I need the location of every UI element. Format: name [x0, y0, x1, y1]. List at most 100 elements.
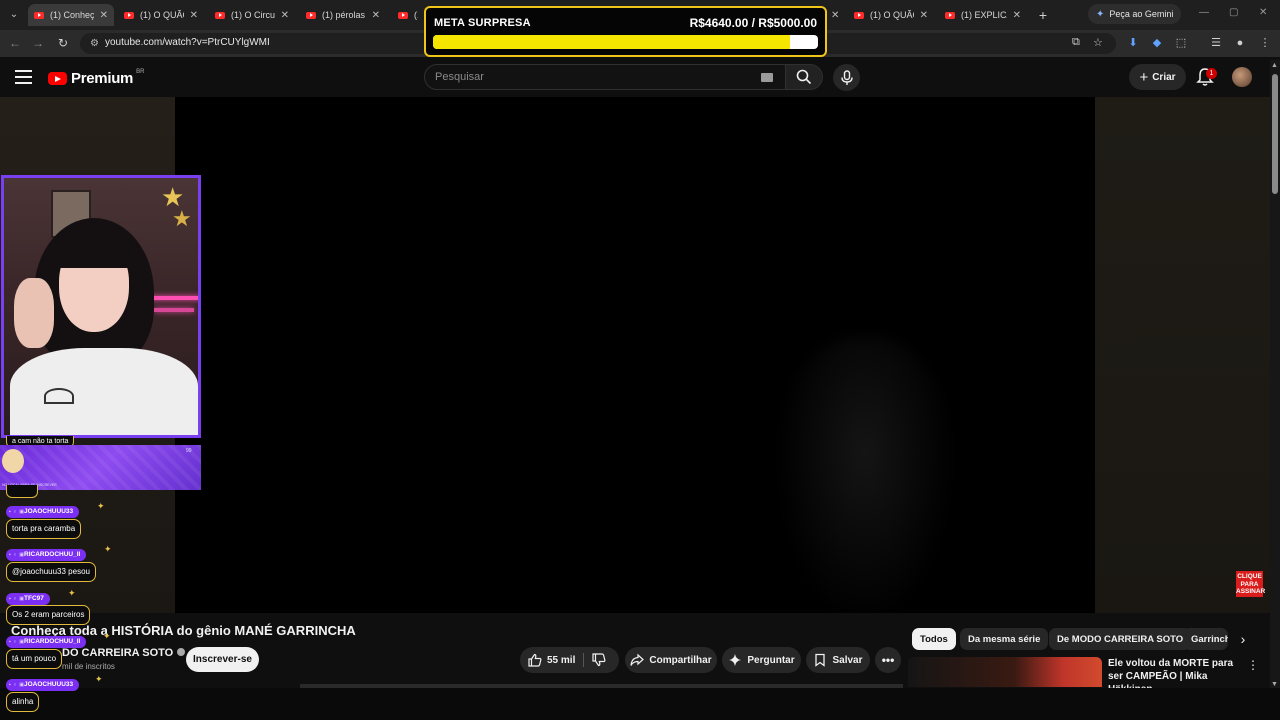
- scroll-up-icon[interactable]: ▲: [1271, 62, 1278, 69]
- search-button[interactable]: [786, 64, 823, 90]
- thumbs-down-icon[interactable]: [592, 653, 606, 667]
- like-dislike-group: 55 mil: [520, 647, 619, 673]
- account-avatar[interactable]: [1232, 67, 1252, 87]
- more-actions-button[interactable]: •••: [875, 647, 901, 673]
- subscriber-banner: NO LOCAL PARA SE INSCREVER 99: [0, 445, 201, 490]
- minimize-icon[interactable]: —: [1199, 7, 1209, 18]
- browser-tab-4[interactable]: (1) pérolas ✕: [300, 4, 386, 26]
- voice-search-button[interactable]: [833, 64, 860, 91]
- tab-search-chevron-icon[interactable]: ⌄: [4, 5, 24, 25]
- notifications-badge: 1: [1206, 68, 1217, 79]
- save-button[interactable]: Salvar: [806, 647, 870, 673]
- chat-message: @joaochuuu33 pesou: [6, 562, 96, 582]
- browser-tab-2[interactable]: (1) O QUÃO ✕: [118, 4, 204, 26]
- share-arrow-icon: [630, 653, 645, 666]
- thumbs-up-icon: [528, 653, 542, 667]
- ambient-right: [1095, 97, 1270, 613]
- new-tab-plus-icon[interactable]: +: [1034, 6, 1052, 24]
- chevron-right-icon[interactable]: ›: [1236, 631, 1250, 647]
- chrome-menu-icon[interactable]: ⋮: [1257, 35, 1273, 51]
- close-icon[interactable]: ✕: [831, 10, 839, 21]
- chat-username: RICARDOCHUU_II: [6, 549, 87, 561]
- site-info-icon[interactable]: ⚙: [87, 36, 102, 51]
- youtube-favicon-icon: [854, 11, 864, 19]
- goal-overlay: META SURPRESA R$4640.00 / R$5000.00: [424, 6, 827, 57]
- keyboard-icon[interactable]: [761, 73, 773, 82]
- country-code: BR: [136, 68, 145, 75]
- chat-message: alinha: [6, 692, 40, 712]
- youtube-favicon-icon: [34, 11, 44, 19]
- close-icon[interactable]: ✕: [281, 10, 289, 21]
- extension-drop-icon[interactable]: ◆: [1149, 35, 1165, 51]
- chip-todos[interactable]: Todos: [912, 628, 956, 650]
- youtube-play-logo-icon: [48, 72, 67, 85]
- close-icon[interactable]: ✕: [920, 10, 928, 21]
- browser-tab-3[interactable]: (1) O Circuito ✕: [209, 4, 295, 26]
- forward-arrow-icon[interactable]: →: [29, 34, 47, 52]
- youtube-favicon-icon: [124, 11, 134, 19]
- youtube-favicon-icon: [398, 11, 408, 19]
- browser-tab-6[interactable]: (1) O QUÃO ✕: [848, 4, 934, 26]
- ask-button[interactable]: Perguntar: [722, 647, 801, 673]
- reload-icon[interactable]: ↻: [54, 34, 72, 52]
- recommendation-thumbnail[interactable]: [908, 657, 1102, 687]
- sparkle-icon: ✦: [95, 674, 103, 684]
- extensions-puzzle-icon[interactable]: ⬚: [1173, 35, 1189, 51]
- reading-list-icon[interactable]: ☰: [1208, 35, 1224, 51]
- chip-same-series[interactable]: Da mesma série: [960, 628, 1049, 650]
- browser-tab-5[interactable]: (1): [392, 4, 424, 26]
- chat-message: torta pra caramba: [6, 519, 82, 539]
- chat-username: JOAOCHUUU33: [6, 679, 80, 691]
- close-icon[interactable]: ✕: [100, 10, 108, 21]
- menu-hamburger-icon[interactable]: [15, 70, 32, 84]
- sparkle-icon: ✦: [103, 631, 111, 641]
- share-button[interactable]: Compartilhar: [625, 647, 717, 673]
- cast-icon[interactable]: ⧉: [1072, 36, 1080, 49]
- gemini-button[interactable]: ✦ Peça ao Gemini: [1088, 4, 1182, 24]
- more-vertical-icon[interactable]: ⋮: [1247, 658, 1259, 672]
- subscriber-count: mil de inscritos: [62, 662, 115, 671]
- search-input[interactable]: Pesquisar: [424, 64, 786, 90]
- save-label: Salvar: [832, 654, 863, 666]
- like-count: 55 mil: [547, 654, 576, 666]
- subscribe-button[interactable]: Inscrever-se: [186, 647, 259, 672]
- tab-label: (1): [414, 10, 418, 20]
- banner-mascot: [2, 449, 24, 473]
- channel-name[interactable]: DO CARREIRA SOTO: [62, 647, 186, 659]
- bookmark-star-icon[interactable]: ☆: [1093, 36, 1103, 49]
- maximize-icon[interactable]: ▢: [1229, 7, 1238, 18]
- browser-tab-1[interactable]: (1) Conheça ✕: [28, 4, 114, 26]
- chip-garrincha[interactable]: Garrincha: [1183, 628, 1228, 650]
- create-button[interactable]: + Criar: [1129, 64, 1186, 90]
- shirt-logo: [44, 388, 74, 404]
- close-icon[interactable]: ✕: [372, 10, 380, 21]
- plus-icon: +: [1139, 68, 1149, 86]
- chip-channel[interactable]: De MODO CARREIRA SOTO: [1049, 628, 1192, 650]
- browser-tab-7[interactable]: (1) EXPLICAN ✕: [939, 4, 1027, 26]
- close-icon[interactable]: ✕: [1013, 10, 1021, 21]
- like-button[interactable]: 55 mil: [528, 647, 575, 673]
- page-scrollbar[interactable]: ▲ ▼: [1270, 60, 1280, 690]
- star-sticker-icon: ★: [172, 206, 192, 231]
- browser-tab-5-close[interactable]: ✕: [827, 4, 847, 26]
- channel-name-text: DO CARREIRA SOTO: [62, 647, 174, 659]
- scrollbar-thumb[interactable]: [1272, 74, 1278, 194]
- youtube-favicon-icon: [306, 11, 316, 19]
- tab-label: (1) Conheça: [50, 10, 94, 20]
- video-player[interactable]: [175, 97, 1095, 613]
- close-icon[interactable]: ✕: [190, 10, 198, 21]
- download-icon[interactable]: ⬇: [1125, 35, 1141, 51]
- search-placeholder: Pesquisar: [435, 71, 484, 83]
- window-close-icon[interactable]: ✕: [1259, 7, 1267, 18]
- scroll-down-icon[interactable]: ▼: [1271, 681, 1278, 688]
- verified-check-icon: [177, 648, 186, 656]
- youtube-premium-logo[interactable]: Premium BR: [48, 68, 145, 87]
- subscribe-watermark[interactable]: CLIQUE PARA ASSINAR: [1236, 571, 1265, 597]
- back-arrow-icon[interactable]: ←: [6, 34, 24, 52]
- youtube-favicon-icon: [945, 11, 955, 19]
- goal-progress-track: [433, 35, 818, 49]
- profile-avatar-icon[interactable]: ●: [1232, 35, 1248, 51]
- url-text[interactable]: youtube.com/watch?v=PtrCUYlgWMI: [105, 37, 270, 48]
- tab-label: (1) O QUÃO: [870, 10, 914, 20]
- tab-label: (1) O QUÃO: [140, 10, 184, 20]
